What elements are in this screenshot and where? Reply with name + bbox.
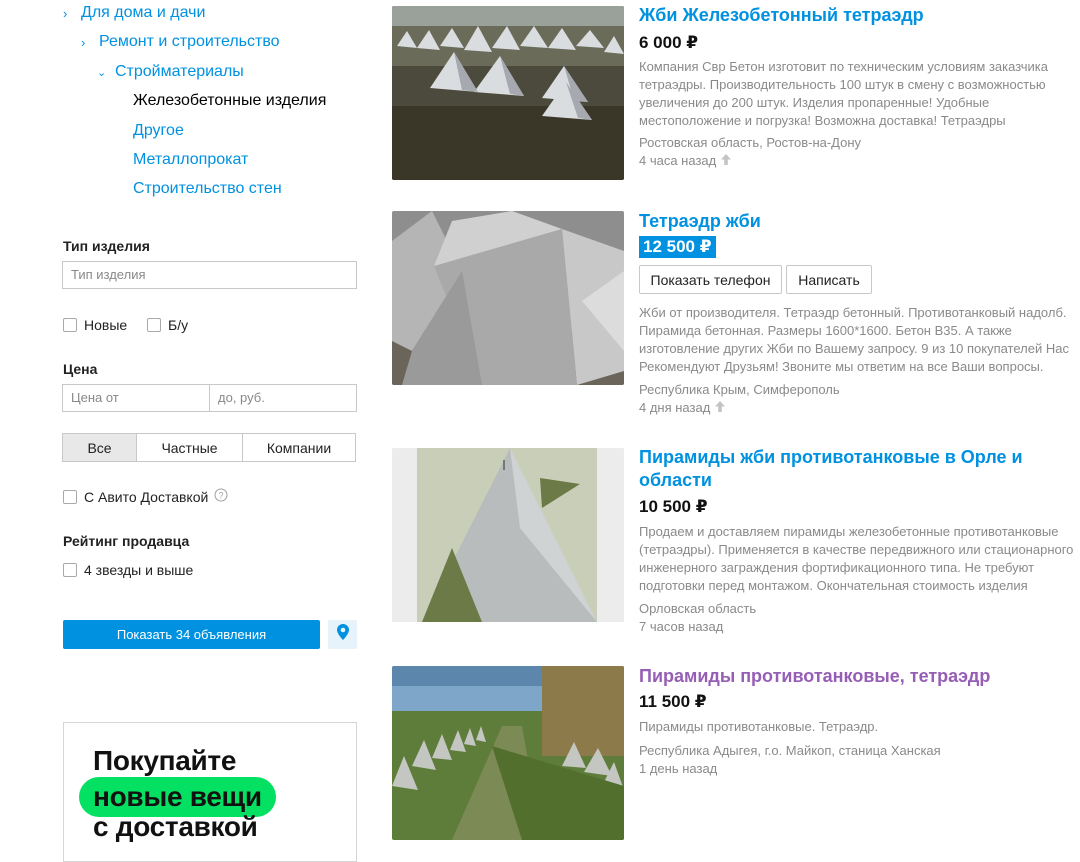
category-label: Строительство стен xyxy=(133,180,282,197)
listing-3-photo[interactable] xyxy=(392,448,624,622)
price-to-input[interactable]: до, руб. xyxy=(209,384,357,412)
category-wall-construction[interactable]: Строительство стен xyxy=(133,180,282,198)
category-other[interactable]: Другое xyxy=(133,122,184,140)
description-line: (тетраэдры). Применяется в качестве пере… xyxy=(639,542,1074,557)
description-line: увеличения до 200 штук. Изделия пропарен… xyxy=(639,95,990,110)
description-line: Пирамида бетонная. Размеры 1600*1600. Бе… xyxy=(639,323,1012,338)
title-line: области xyxy=(639,470,713,490)
checkbox-box xyxy=(63,489,77,504)
time-text: 1 день назад xyxy=(639,761,718,776)
chevron-right-icon: › xyxy=(63,5,68,21)
category-repair-and-construction[interactable]: › Ремонт и строительство xyxy=(81,33,280,51)
listing-3-description: Продаем и доставляем пирамиды железобето… xyxy=(639,523,1080,595)
category-reinforced-concrete-current: Железобетонные изделия xyxy=(133,92,326,110)
description-line: Продаем и доставляем пирамиды железобето… xyxy=(639,524,1059,539)
seller-rating-label: Рейтинг продавца xyxy=(63,533,190,549)
listing-1-title[interactable]: Жби Железобетонный тетраэдр xyxy=(639,4,924,27)
description-line: тетраэдры. Производительность 100 штук в… xyxy=(639,77,1046,92)
tetrahedrons-line-field-photo xyxy=(392,666,624,840)
condition-new-checkbox[interactable]: Новые xyxy=(63,317,127,333)
banner-line-1: Покупайте xyxy=(93,745,237,776)
time-text: 4 часа назад xyxy=(639,153,717,168)
category-label: Железобетонные изделия xyxy=(133,92,327,109)
description-line: Рекомендуют Друзьям! Звоните мы ответим … xyxy=(639,359,1044,374)
category-label: Ремонт и строительство xyxy=(99,33,280,50)
show-phone-button[interactable]: Показать телефон xyxy=(639,265,782,294)
product-type-label: Тип изделия xyxy=(63,238,150,254)
description-line: изготовление других Жби по Вашему запрос… xyxy=(639,341,1069,356)
category-for-home-and-garden[interactable]: › Для дома и дачи xyxy=(63,4,205,22)
category-building-materials[interactable]: ⌄ Стройматериалы xyxy=(97,63,244,81)
seller-tab-all[interactable]: Все xyxy=(63,434,137,461)
help-icon[interactable]: ? xyxy=(214,488,228,505)
checkbox-label: С Авито Доставкой xyxy=(84,488,209,505)
listing-2-description: Жби от производителя. Тетраэдр бетонный.… xyxy=(639,304,1080,376)
listing-2-location: Республика Крым, Симферополь xyxy=(639,382,840,397)
listing-3-title[interactable]: Пирамиды жби противотанковые в Орле и об… xyxy=(639,446,1023,492)
listing-3-price: 10 500 ₽ xyxy=(639,497,708,516)
listing-2-price: 12 500 ₽ xyxy=(639,236,716,258)
description-line: подготовки перед монтажом. Окончательная… xyxy=(639,578,1028,593)
listing-4-time: 1 день назад xyxy=(639,761,717,776)
checkbox-label: 4 звезды и выше xyxy=(84,562,194,578)
description-line: местоположение и погрузка! Возможна дост… xyxy=(639,113,1006,128)
write-message-button[interactable]: Написать xyxy=(786,265,872,294)
category-label: Металлопрокат xyxy=(133,151,249,168)
seller-tab-private[interactable]: Частные xyxy=(137,434,243,461)
tetrahedrons-field-photo xyxy=(392,6,624,180)
description-line: Пирамиды противотанковые. Тетраэдр. xyxy=(639,719,879,734)
listing-4-title[interactable]: Пирамиды противотанковые, тетраэдр xyxy=(639,665,990,688)
avito-delivery-checkbox[interactable]: С Авито Доставкой ? xyxy=(63,488,228,505)
category-rolled-metal[interactable]: Металлопрокат xyxy=(133,151,248,169)
concrete-pyramid-photo xyxy=(392,448,624,622)
concrete-tetrahedrons-photo xyxy=(392,211,624,385)
promo-banner[interactable]: Покупайте новые вещи с доставкой xyxy=(63,722,357,862)
time-text: 4 дня назад xyxy=(639,400,711,415)
listing-3-time: 7 часов назад xyxy=(639,619,723,634)
checkbox-label: Б/у xyxy=(168,317,189,333)
listing-2-title[interactable]: Тетраэдр жби xyxy=(639,210,761,233)
listing-2-time: 4 дня назад xyxy=(639,400,726,415)
time-text: 7 часов назад xyxy=(639,619,724,634)
checkbox-label: Новые xyxy=(84,317,128,333)
listing-1-price: 6 000 ₽ xyxy=(639,33,699,52)
description-line: Компания Свр Бетон изготовит по техничес… xyxy=(639,59,1048,74)
raise-arrow-icon xyxy=(715,400,726,415)
checkbox-box xyxy=(63,318,77,332)
rating-4-stars-checkbox[interactable]: 4 звезды и выше xyxy=(63,562,193,578)
svg-text:?: ? xyxy=(219,491,224,501)
listing-1-photo[interactable] xyxy=(392,6,624,180)
listing-1-description: Компания Свр Бетон изготовит по техничес… xyxy=(639,58,1080,130)
listing-4-photo[interactable] xyxy=(392,666,624,840)
category-label: Другое xyxy=(133,122,184,139)
title-line: Пирамиды жби противотанковые в Орле и xyxy=(639,447,1023,467)
category-label: Для дома и дачи xyxy=(81,4,206,21)
map-pin-icon xyxy=(336,624,349,645)
map-button[interactable] xyxy=(328,620,357,649)
listing-4-location: Республика Адыгея, г.о. Майкоп, станица … xyxy=(639,743,941,758)
show-listings-button[interactable]: Показать 34 объявления xyxy=(63,620,320,649)
listing-3-location: Орловская область xyxy=(639,601,757,616)
checkbox-box xyxy=(63,563,77,577)
listing-1-location: Ростовская область, Ростов-на-Дону xyxy=(639,135,862,150)
chevron-down-icon: ⌄ xyxy=(97,66,107,79)
description-line: инженерного заграждения фортификационног… xyxy=(639,560,1035,575)
listing-4-price: 11 500 ₽ xyxy=(639,692,707,711)
seller-tab-companies[interactable]: Компании xyxy=(243,434,355,461)
price-label: Цена xyxy=(63,361,98,377)
description-line: Жби от производителя. Тетраэдр бетонный.… xyxy=(639,305,1067,320)
seller-type-segmented-control: Все Частные Компании xyxy=(62,433,356,462)
raise-arrow-icon xyxy=(721,153,732,168)
product-type-input[interactable]: Тип изделия xyxy=(62,261,357,289)
checkbox-box xyxy=(147,318,161,332)
banner-line-3: с доставкой xyxy=(93,811,258,842)
listing-2-photo[interactable] xyxy=(392,211,624,385)
listing-4-description: Пирамиды противотанковые. Тетраэдр. xyxy=(639,718,1080,736)
chevron-right-icon: › xyxy=(81,34,86,50)
category-label: Стройматериалы xyxy=(115,63,244,80)
price-from-input[interactable]: Цена от xyxy=(62,384,210,412)
condition-used-checkbox[interactable]: Б/у xyxy=(147,317,188,333)
listing-1-time: 4 часа назад xyxy=(639,153,732,168)
